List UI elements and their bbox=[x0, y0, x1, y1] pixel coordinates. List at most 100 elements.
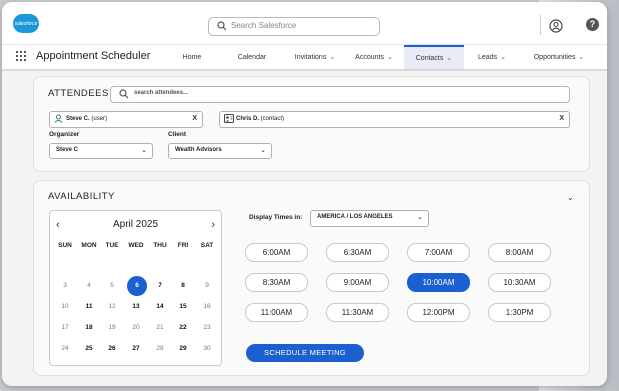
calendar-day[interactable]: 8 bbox=[172, 282, 194, 289]
app-name: Appointment Scheduler bbox=[36, 50, 151, 62]
time-slot-button[interactable]: 12:00PM bbox=[407, 303, 470, 322]
weekday-header: SUN bbox=[58, 242, 72, 249]
time-slot-button[interactable]: 8:30AM bbox=[245, 273, 308, 292]
calendar-day[interactable]: 12 bbox=[101, 303, 123, 310]
schedule-meeting-button[interactable]: SCHEDULE MEETING bbox=[246, 344, 364, 362]
chevron-down-icon: ⌄ bbox=[446, 55, 453, 62]
calendar-day[interactable]: 10 bbox=[54, 303, 76, 310]
time-slot-button-selected[interactable]: 10:00AM bbox=[407, 273, 470, 292]
search-icon bbox=[217, 21, 227, 31]
calendar-day[interactable]: 16 bbox=[196, 303, 218, 310]
calendar-month-title: April 2025 bbox=[112, 219, 159, 230]
attendee-role: (user) bbox=[89, 116, 108, 122]
search-icon bbox=[119, 89, 129, 99]
calendar-day[interactable]: 29 bbox=[172, 345, 194, 352]
attendee-pill-user[interactable]: Steve C. (user) X bbox=[49, 111, 203, 128]
calendar-day[interactable]: 23 bbox=[196, 324, 218, 331]
display-times-label: Display Times in: bbox=[249, 214, 303, 221]
calendar-day[interactable]: 27 bbox=[125, 345, 147, 352]
contact-card-icon bbox=[224, 114, 234, 123]
client-select[interactable]: Wealth Advisors ⌄ bbox=[168, 143, 272, 159]
calendar-day[interactable]: 5 bbox=[101, 282, 123, 289]
remove-attendee-button[interactable]: X bbox=[559, 115, 564, 122]
chevron-down-icon: ⌄ bbox=[578, 54, 585, 61]
nav-item-opportunities[interactable]: Opportunities ⌄ bbox=[522, 45, 596, 69]
time-slot-button[interactable]: 1:30PM bbox=[488, 303, 551, 322]
calendar-day[interactable]: 7 bbox=[149, 282, 171, 289]
attendee-pill-contact[interactable]: Chris D. (contact) X bbox=[219, 111, 570, 128]
attendee-name: Chris D. bbox=[236, 116, 260, 122]
user-icon bbox=[54, 114, 63, 123]
attendee-role: (contact) bbox=[259, 116, 285, 122]
attendees-title: ATTENDEES bbox=[48, 88, 109, 99]
time-slot-button[interactable]: 11:30AM bbox=[326, 303, 389, 322]
calendar-day[interactable]: 24 bbox=[54, 345, 76, 352]
calendar-day[interactable]: 18 bbox=[78, 324, 100, 331]
calendar-day[interactable]: 3 bbox=[54, 282, 76, 289]
app-nav-bar: Appointment Scheduler Home Calendar Invi… bbox=[2, 44, 607, 71]
user-icon[interactable] bbox=[549, 19, 563, 33]
calendar-day[interactable]: 4 bbox=[78, 282, 100, 289]
nav-item-accounts[interactable]: Accounts ⌄ bbox=[346, 45, 402, 69]
calendar-day[interactable]: 17 bbox=[54, 324, 76, 331]
chevron-down-icon: ⌄ bbox=[141, 147, 147, 154]
calendar-day[interactable]: 11 bbox=[78, 303, 100, 310]
calendar-day[interactable]: 19 bbox=[101, 324, 123, 331]
time-slot-button[interactable]: 10:30AM bbox=[488, 273, 551, 292]
nav-item-home[interactable]: Home bbox=[166, 45, 218, 69]
app-launcher-icon[interactable] bbox=[16, 51, 26, 61]
nav-item-leads[interactable]: Leads ⌄ bbox=[470, 45, 514, 69]
client-value: Wealth Advisors bbox=[175, 147, 222, 153]
calendar-day[interactable]: 22 bbox=[172, 324, 194, 331]
chevron-down-icon: ⌄ bbox=[417, 214, 423, 221]
calendar-day[interactable]: 26 bbox=[101, 345, 123, 352]
weekday-header: WED bbox=[128, 242, 144, 249]
attendee-search-placeholder: search attendees... bbox=[134, 90, 189, 96]
calendar-day[interactable]: 28 bbox=[149, 345, 171, 352]
next-month-button[interactable]: › bbox=[211, 219, 215, 231]
weekday-header: TUE bbox=[105, 242, 119, 249]
help-icon[interactable]: ? bbox=[586, 18, 599, 31]
chevron-down-icon: ⌄ bbox=[500, 54, 506, 61]
chevron-down-icon: ⌄ bbox=[386, 54, 393, 61]
calendar-day[interactable]: 20 bbox=[125, 324, 147, 331]
timezone-select[interactable]: AMERICA / LOS ANGELES ⌄ bbox=[310, 210, 429, 227]
weekday-header: THU bbox=[153, 242, 167, 249]
collapse-section-icon[interactable]: ⌄ bbox=[567, 193, 574, 202]
calendar-day[interactable]: 9 bbox=[196, 282, 218, 289]
client-label: Client bbox=[168, 131, 187, 138]
calendar-day[interactable]: 30 bbox=[196, 345, 218, 352]
calendar-day[interactable]: 14 bbox=[149, 303, 171, 310]
nav-item-invitations[interactable]: Invitations ⌄ bbox=[286, 45, 344, 69]
time-slot-button[interactable]: 9:00AM bbox=[326, 273, 389, 292]
remove-attendee-button[interactable]: X bbox=[192, 115, 197, 122]
chevron-down-icon: ⌄ bbox=[329, 54, 336, 61]
calendar-day[interactable]: 21 bbox=[149, 324, 171, 331]
timezone-value: AMERICA / LOS ANGELES bbox=[317, 214, 393, 220]
weekday-header: FRI bbox=[177, 242, 189, 249]
attendee-name: Steve C. bbox=[66, 116, 90, 122]
salesforce-logo[interactable]: salesforce bbox=[13, 14, 39, 33]
time-slot-button[interactable]: 6:30AM bbox=[326, 243, 389, 262]
time-slot-button[interactable]: 7:00AM bbox=[407, 243, 470, 262]
time-slot-button[interactable]: 11:00AM bbox=[245, 303, 308, 322]
nav-item-contacts[interactable]: Contacts ⌄ bbox=[404, 45, 464, 69]
organizer-select[interactable]: Steve C ⌄ bbox=[49, 143, 153, 159]
chevron-down-icon: ⌄ bbox=[260, 147, 266, 154]
global-search-input[interactable]: Search Salesforce bbox=[208, 17, 380, 36]
organizer-value: Steve C bbox=[56, 147, 79, 153]
time-slot-button[interactable]: 8:00AM bbox=[488, 243, 551, 262]
nav-item-calendar[interactable]: Calendar bbox=[224, 45, 280, 69]
attendee-search-input[interactable]: search attendees... bbox=[110, 86, 570, 103]
organizer-label: Organizer bbox=[49, 131, 80, 138]
calendar-day-selected[interactable]: 6 bbox=[126, 282, 148, 289]
search-placeholder: Search Salesforce bbox=[231, 21, 297, 30]
weekday-header: MON bbox=[81, 242, 97, 249]
calendar-widget: ‹ April 2025 › SUN MON TUE WED THU FRI S… bbox=[49, 210, 222, 366]
availability-title: AVAILABILITY bbox=[48, 191, 115, 202]
time-slot-button[interactable]: 6:00AM bbox=[245, 243, 308, 262]
calendar-day[interactable]: 25 bbox=[78, 345, 100, 352]
global-header: salesforce Search Salesforce ? bbox=[2, 2, 607, 44]
calendar-day[interactable]: 13 bbox=[125, 303, 147, 310]
calendar-day[interactable]: 15 bbox=[172, 303, 194, 310]
